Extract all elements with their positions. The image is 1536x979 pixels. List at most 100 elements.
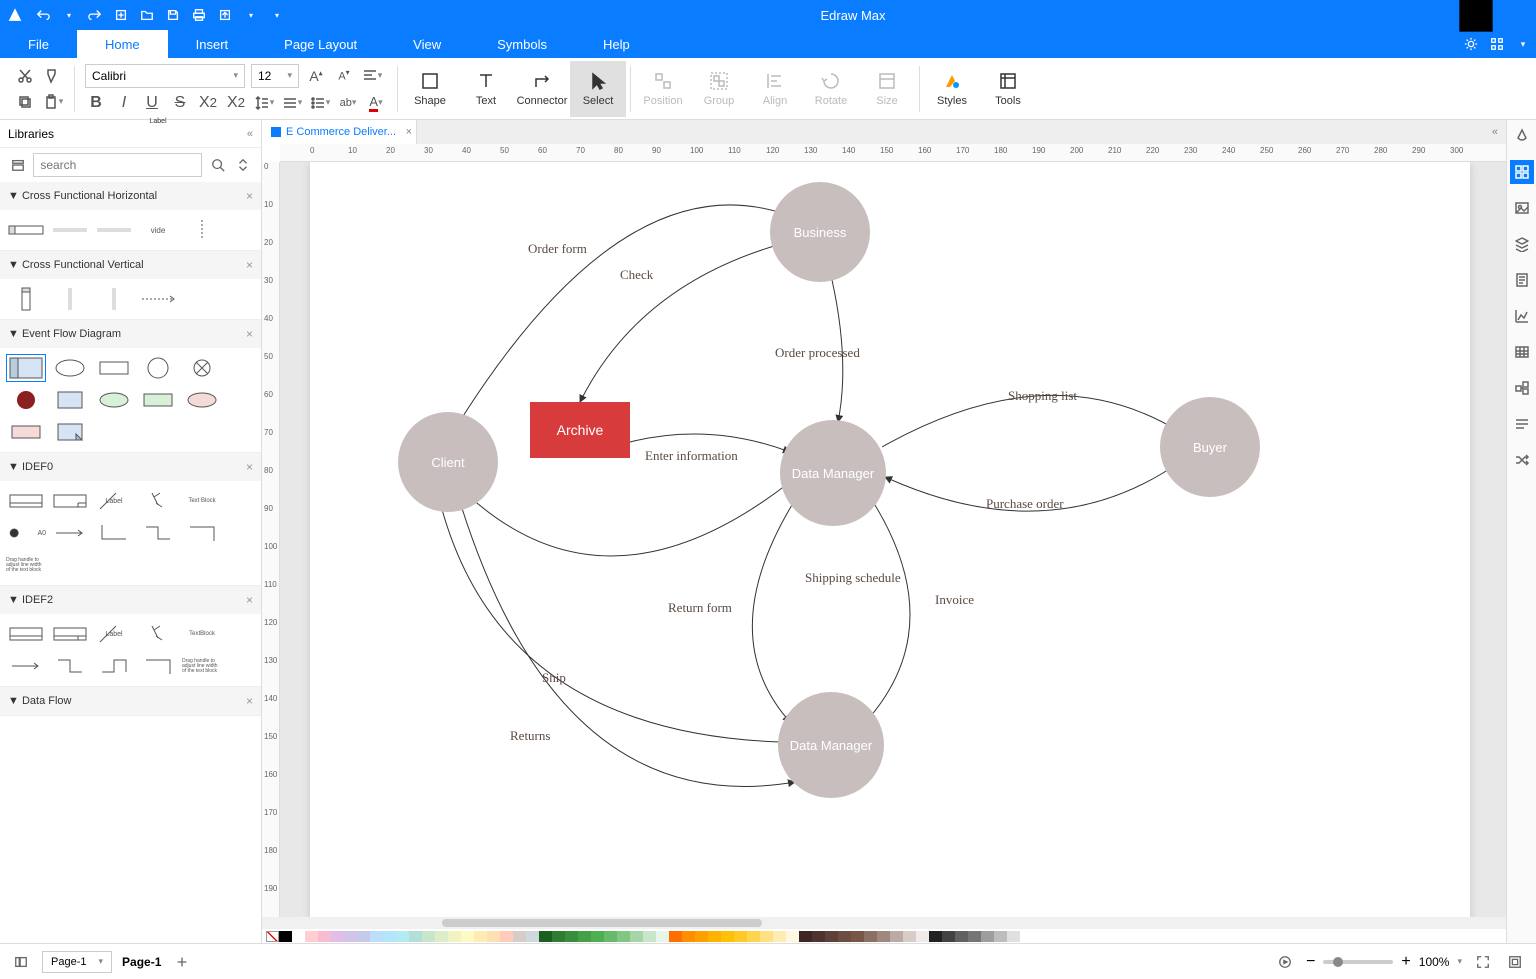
color-swatch[interactable]	[721, 931, 734, 942]
page-icon[interactable]	[1510, 268, 1534, 292]
label-purchase-order[interactable]: Purchase order	[986, 496, 1064, 512]
shape-idef0-drag[interactable]: Drag handle to adjust line width of the …	[6, 551, 46, 579]
settings-icon[interactable]	[1458, 30, 1484, 58]
node-data-manager-2[interactable]: Data Manager	[778, 692, 884, 798]
paste-icon[interactable]: ▾	[42, 91, 64, 113]
shape-idef2-l3[interactable]	[138, 652, 178, 680]
color-swatch[interactable]	[305, 931, 318, 942]
save-icon[interactable]	[160, 0, 186, 30]
shape-separator-v[interactable]	[182, 216, 222, 244]
node-buyer[interactable]: Buyer	[1160, 397, 1260, 497]
open-icon[interactable]	[134, 0, 160, 30]
shape-rect-pink[interactable]	[6, 418, 46, 446]
undo-caret-icon[interactable]: ▾	[56, 0, 82, 30]
group-button[interactable]: Group	[691, 61, 747, 117]
label-return-form[interactable]: Return form	[668, 600, 732, 616]
export-caret-icon[interactable]: ▾	[238, 0, 264, 30]
close-section-icon[interactable]: ×	[246, 327, 253, 341]
color-swatch[interactable]	[825, 931, 838, 942]
collapse-sidebar-icon[interactable]: «	[247, 128, 253, 140]
presentation-icon[interactable]	[1274, 955, 1296, 969]
canvas[interactable]: Business Client Archive Data Manager Buy…	[280, 162, 1506, 917]
tools-button[interactable]: Tools	[980, 61, 1036, 117]
color-swatch[interactable]	[474, 931, 487, 942]
shape-idef0-textblock[interactable]: Text Block	[182, 487, 222, 515]
color-swatch[interactable]	[461, 931, 474, 942]
shape-idef2-l1[interactable]	[50, 652, 90, 680]
decrease-font-icon[interactable]: A▾	[333, 65, 355, 87]
align-icon[interactable]: ▾	[361, 65, 383, 87]
apps-icon[interactable]	[1484, 30, 1510, 58]
subscript-icon[interactable]: X2	[225, 92, 247, 114]
shape-idef2-label1[interactable]: Label	[94, 620, 134, 648]
color-swatch[interactable]	[292, 931, 305, 942]
color-swatch[interactable]	[929, 931, 942, 942]
color-swatch[interactable]	[851, 931, 864, 942]
shape-vide[interactable]: vide	[138, 216, 178, 244]
color-swatch[interactable]	[435, 931, 448, 942]
fullscreen-icon[interactable]	[1504, 955, 1526, 969]
shape-idef2-l2[interactable]	[94, 652, 134, 680]
close-section-icon[interactable]: ×	[246, 258, 253, 272]
close-section-icon[interactable]: ×	[246, 593, 253, 607]
color-swatch[interactable]	[578, 931, 591, 942]
section-idef0[interactable]: ▼ IDEF0×	[0, 453, 261, 481]
menu-file[interactable]: File	[0, 30, 77, 58]
bold-icon[interactable]: B	[85, 92, 107, 114]
new-icon[interactable]	[108, 0, 134, 30]
font-color-icon[interactable]: A▾	[365, 92, 387, 114]
color-swatch[interactable]	[669, 931, 682, 942]
shape-ellipse[interactable]	[50, 354, 90, 382]
bullets-icon[interactable]: ▾	[309, 92, 331, 114]
table-icon[interactable]	[1510, 340, 1534, 364]
close-section-icon[interactable]: ×	[246, 189, 253, 203]
shape-idef2-1[interactable]	[6, 620, 46, 648]
color-swatch[interactable]	[422, 931, 435, 942]
shape-idef0-l3[interactable]	[182, 519, 222, 547]
color-swatch[interactable]	[786, 931, 799, 942]
collapse-right-icon[interactable]: «	[1484, 126, 1506, 138]
shape-separator-h[interactable]	[138, 285, 178, 313]
undo-icon[interactable]	[30, 0, 56, 30]
increase-font-icon[interactable]: A▴	[305, 65, 327, 87]
color-swatch[interactable]	[643, 931, 656, 942]
copy-icon[interactable]	[14, 91, 36, 113]
zoom-slider[interactable]	[1323, 960, 1393, 964]
shape-idef0-1[interactable]	[6, 487, 46, 515]
align-button[interactable]: Align	[747, 61, 803, 117]
section-event-flow[interactable]: ▼ Event Flow Diagram×	[0, 320, 261, 348]
label-order-processed[interactable]: Order processed	[775, 345, 860, 361]
font-size-selector[interactable]: 12▾	[251, 64, 299, 88]
shape-idef2-arrow[interactable]	[6, 652, 46, 680]
node-client[interactable]: Client	[398, 412, 498, 512]
label-shipping-schedule[interactable]: Shipping schedule	[805, 570, 901, 586]
shape-ellipse-pink[interactable]	[182, 386, 222, 414]
superscript-icon[interactable]: X2	[197, 92, 219, 114]
shape-idef0-dot[interactable]: A0	[6, 519, 46, 547]
format-painter-icon[interactable]	[42, 65, 64, 87]
shape-note-blue[interactable]	[50, 418, 90, 446]
color-swatch[interactable]	[708, 931, 721, 942]
shape-idef0-l2[interactable]	[138, 519, 178, 547]
shape-circle[interactable]	[138, 354, 178, 382]
italic-icon[interactable]: I	[113, 92, 135, 114]
page-list-icon[interactable]	[10, 955, 32, 969]
fit-page-icon[interactable]	[1472, 955, 1494, 969]
label-returns[interactable]: Returns	[510, 728, 550, 744]
color-swatch[interactable]	[812, 931, 825, 942]
color-swatch[interactable]	[617, 931, 630, 942]
rotate-button[interactable]: Rotate	[803, 61, 859, 117]
color-swatch[interactable]	[916, 931, 929, 942]
color-swatch[interactable]	[448, 931, 461, 942]
menu-home[interactable]: Home	[77, 30, 168, 58]
color-swatch[interactable]	[500, 931, 513, 942]
menu-view[interactable]: View	[385, 30, 469, 58]
text-case-icon[interactable]: ab▾	[337, 92, 359, 114]
color-swatch[interactable]	[344, 931, 357, 942]
chart-icon[interactable]	[1510, 304, 1534, 328]
color-swatch[interactable]	[383, 931, 396, 942]
library-menu-icon[interactable]	[8, 158, 27, 172]
maximize-button[interactable]	[1456, 0, 1496, 30]
theme-icon[interactable]	[1510, 124, 1534, 148]
shape-card[interactable]	[6, 354, 46, 382]
